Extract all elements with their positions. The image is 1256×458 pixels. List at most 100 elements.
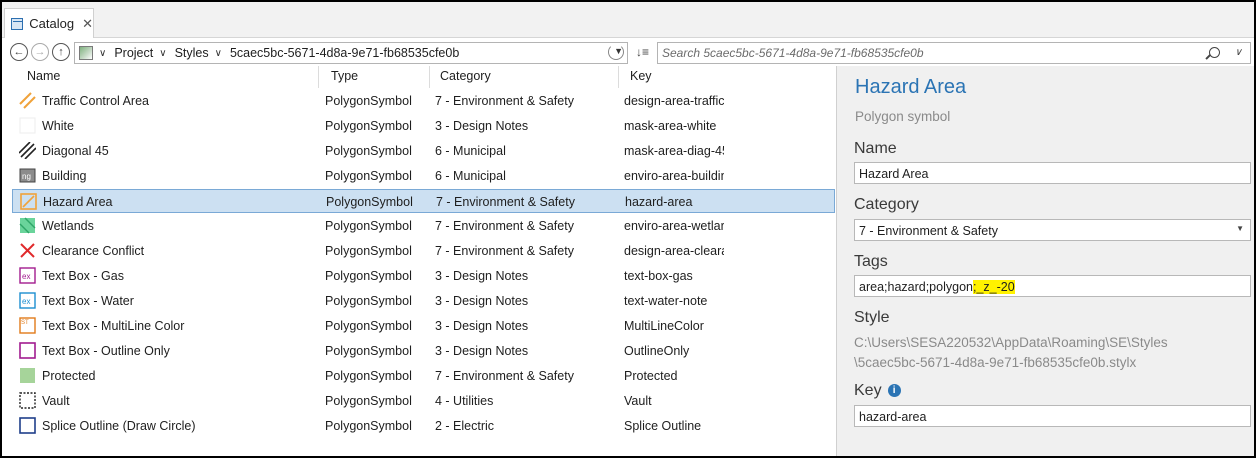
clearance-conflict-icon xyxy=(19,242,36,259)
key-field[interactable]: hazard-area xyxy=(854,405,1251,427)
list-item[interactable]: ng Building PolygonSymbol 6 - Municipal envi… xyxy=(12,164,835,188)
column-divider[interactable] xyxy=(318,66,319,88)
item-name: Splice Outline (Draw Circle) xyxy=(42,419,196,433)
item-key: text-box-gas xyxy=(624,269,693,283)
style-path: C:\Users\SESA220532\AppData\Roaming\SE\S… xyxy=(854,333,1168,373)
item-name: Text Box - Outline Only xyxy=(42,344,170,358)
item-key: OutlineOnly xyxy=(624,344,690,358)
svg-text:ex: ex xyxy=(22,272,30,281)
back-button[interactable]: ← xyxy=(10,43,28,61)
item-type: PolygonSymbol xyxy=(325,294,412,308)
list-item[interactable]: Wetlands PolygonSymbol 7 - Environment & S… xyxy=(12,214,835,238)
column-header-name[interactable]: Name xyxy=(27,66,60,88)
search-input[interactable]: Search 5caec5bc-5671-4d8a-9e71-fb68535cf… xyxy=(657,42,1251,64)
chevron-down-icon[interactable]: ∨ xyxy=(215,48,222,59)
style-path-line: C:\Users\SESA220532\AppData\Roaming\SE\S… xyxy=(854,335,1168,350)
category-value: 7 - Environment & Safety xyxy=(859,224,998,238)
item-key: design-area-cleara xyxy=(624,244,724,258)
item-key: enviro-area-buildin xyxy=(624,169,724,183)
item-type: PolygonSymbol xyxy=(325,369,412,383)
item-key: mask-area-white xyxy=(624,119,717,133)
text-box-water-icon: ex xyxy=(19,292,36,309)
chevron-down-icon[interactable]: ∨ xyxy=(159,48,166,59)
list-item[interactable]: Splice Outline (Draw Circle) PolygonSymbo… xyxy=(12,414,835,438)
list-item[interactable]: Text Box - Outline Only PolygonSymbol 3 - … xyxy=(12,339,835,363)
item-name: Hazard Area xyxy=(43,195,113,209)
item-type: PolygonSymbol xyxy=(325,94,412,108)
item-key: text-water-note xyxy=(624,294,708,308)
item-name: Protected xyxy=(42,369,96,383)
catalog-window: Catalog ✕ ← → ↑ ∨ Project ∨ Styles ∨ 5ca… xyxy=(2,2,1254,456)
item-type: PolygonSymbol xyxy=(325,169,412,183)
refresh-icon[interactable] xyxy=(608,44,624,60)
item-type: PolygonSymbol xyxy=(325,344,412,358)
column-divider[interactable] xyxy=(618,66,619,88)
list-item[interactable]: Traffic Control Area PolygonSymbol 7 - Env… xyxy=(12,89,835,113)
list-item[interactable]: ex Text Box - Water PolygonSymbol 3 - Desig… xyxy=(12,289,835,313)
search-placeholder: Search 5caec5bc-5671-4d8a-9e71-fb68535cf… xyxy=(662,46,924,60)
item-key: hazard-area xyxy=(625,195,693,209)
list-item[interactable]: Diagonal 45 PolygonSymbol 6 - Municipal mas… xyxy=(12,139,835,163)
item-name: Wetlands xyxy=(42,219,94,233)
item-type: PolygonSymbol xyxy=(325,419,412,433)
column-divider[interactable] xyxy=(429,66,430,88)
tags-highlight: ;_z_-20 xyxy=(972,280,1015,294)
item-category: 7 - Environment & Safety xyxy=(435,244,574,258)
column-header-category[interactable]: Category xyxy=(440,66,491,88)
forward-button[interactable]: → xyxy=(31,43,49,61)
column-header-key[interactable]: Key xyxy=(630,66,652,88)
item-category: 7 - Environment & Safety xyxy=(435,219,574,233)
svg-text:ST: ST xyxy=(21,320,29,326)
breadcrumb-style-id[interactable]: 5caec5bc-5671-4d8a-9e71-fb68535cfe0b xyxy=(230,46,459,60)
name-field[interactable]: Hazard Area xyxy=(854,162,1251,184)
tags-field[interactable]: area;hazard;polygon;_z_-20 xyxy=(854,275,1251,297)
item-name: Diagonal 45 xyxy=(42,144,109,158)
list-item[interactable]: ST Text Box - MultiLine Color PolygonSymbo… xyxy=(12,314,835,338)
svg-text:ng: ng xyxy=(22,172,31,181)
list-item[interactable]: Protected PolygonSymbol 7 - Environment & … xyxy=(12,364,835,388)
chevron-down-icon[interactable]: ∨ xyxy=(1235,47,1242,58)
item-key: Protected xyxy=(624,369,678,383)
list-item[interactable]: ex Text Box - Gas PolygonSymbol 3 - Design … xyxy=(12,264,835,288)
style-label: Style xyxy=(854,309,890,326)
close-icon[interactable]: ✕ xyxy=(82,16,93,32)
item-name: Vault xyxy=(42,394,70,408)
list-item[interactable]: Hazard Area PolygonSymbol 7 - Environment … xyxy=(12,189,835,213)
item-category: 3 - Design Notes xyxy=(435,344,529,358)
item-category: 7 - Environment & Safety xyxy=(436,195,575,209)
tab-catalog[interactable]: Catalog ✕ xyxy=(4,8,94,38)
breadcrumb-project[interactable]: Project xyxy=(114,46,153,60)
breadcrumb-styles[interactable]: Styles xyxy=(175,46,209,60)
chevron-down-icon[interactable]: ∨ xyxy=(99,48,106,59)
tags-label: Tags xyxy=(854,253,888,270)
diagonal-45-icon xyxy=(18,141,37,160)
details-title: Hazard Area xyxy=(855,76,967,98)
item-key: Splice Outline xyxy=(624,419,702,433)
building-icon: ng xyxy=(19,167,36,184)
wetlands-icon xyxy=(19,217,36,234)
item-type: PolygonSymbol xyxy=(325,144,412,158)
item-category: 3 - Design Notes xyxy=(435,119,529,133)
sort-icon[interactable]: ↓≡ xyxy=(636,45,649,59)
tags-value: area;hazard;polygon xyxy=(859,280,973,294)
item-category: 6 - Municipal xyxy=(435,144,506,158)
list-item[interactable]: White PolygonSymbol 3 - Design Notes mask-a… xyxy=(12,114,835,138)
item-name: Traffic Control Area xyxy=(42,94,149,108)
toolbar: ← → ↑ ∨ Project ∨ Styles ∨ 5caec5bc-5671… xyxy=(2,40,1254,66)
diagonal-hatch-orange-icon xyxy=(19,92,36,109)
category-select[interactable]: 7 - Environment & Safety ▼ xyxy=(854,219,1251,241)
item-name: Clearance Conflict xyxy=(42,244,145,258)
list-item[interactable]: Clearance Conflict PolygonSymbol 7 - Envir… xyxy=(12,239,835,263)
up-button[interactable]: ↑ xyxy=(52,43,70,61)
column-header-type[interactable]: Type xyxy=(331,66,358,88)
item-key: enviro-area-wetlar xyxy=(624,219,724,233)
search-icon[interactable] xyxy=(1209,47,1220,58)
item-key: design-area-traffic xyxy=(624,94,724,108)
item-type: PolygonSymbol xyxy=(325,244,412,258)
text-box-gas-icon: ex xyxy=(19,267,36,284)
info-icon[interactable]: i xyxy=(887,384,901,397)
dropdown-arrow-icon[interactable]: ▼ xyxy=(1236,224,1244,233)
details-panel: Hazard Area Polygon symbol Name Hazard A… xyxy=(836,66,1254,456)
location-bar[interactable]: ∨ Project ∨ Styles ∨ 5caec5bc-5671-4d8a-… xyxy=(74,42,628,64)
list-item[interactable]: Vault PolygonSymbol 4 - Utilities Vault xyxy=(12,389,835,413)
